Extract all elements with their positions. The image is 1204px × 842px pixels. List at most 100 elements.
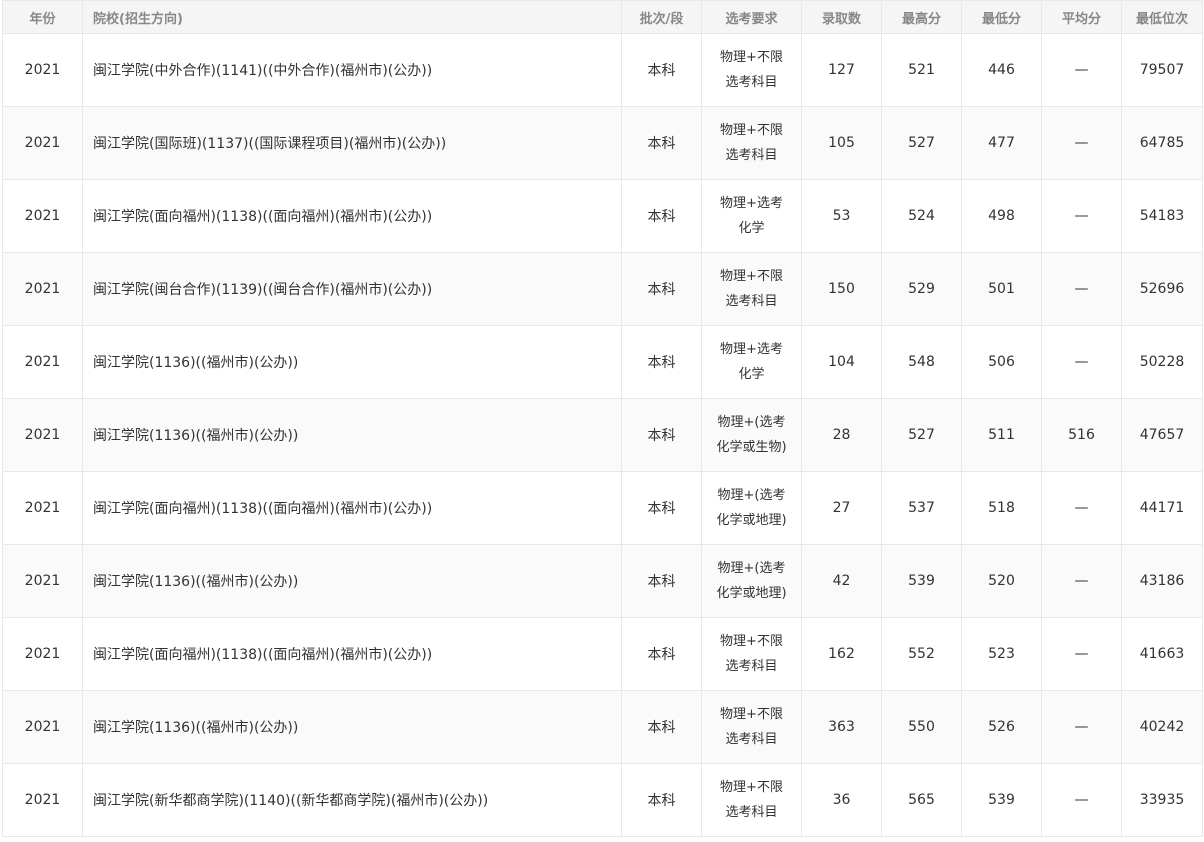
- admission-table: 年份 院校(招生方向) 批次/段 选考要求 录取数 最高分 最低分 平均分 最低…: [2, 0, 1203, 837]
- cell-avg-score: —: [1041, 325, 1122, 399]
- header-batch[interactable]: 批次/段: [621, 0, 702, 34]
- cell-school: 闽江学院(1136)((福州市)(公办)): [82, 690, 622, 764]
- header-admitted[interactable]: 录取数: [801, 0, 882, 34]
- cell-max-score: 521: [881, 33, 962, 107]
- cell-admitted: 53: [801, 179, 882, 253]
- requirement-line-1: 物理+不限: [720, 50, 783, 65]
- cell-school: 闽江学院(面向福州)(1138)((面向福州)(福州市)(公办)): [82, 179, 622, 253]
- requirement-line-2: 化学或地理): [716, 586, 787, 601]
- cell-school: 闽江学院(中外合作)(1141)((中外合作)(福州市)(公办)): [82, 33, 622, 107]
- cell-requirement: 物理+(选考 化学或地理): [701, 471, 802, 545]
- cell-requirement: 物理+选考 化学: [701, 179, 802, 253]
- cell-year: 2021: [2, 33, 83, 107]
- table-row: 2021 闽江学院(面向福州)(1138)((面向福州)(福州市)(公办)) 本…: [2, 617, 1203, 691]
- cell-school: 闽江学院(新华都商学院)(1140)((新华都商学院)(福州市)(公办)): [82, 763, 622, 837]
- cell-requirement: 物理+不限 选考科目: [701, 252, 802, 326]
- cell-min-score: 523: [961, 617, 1042, 691]
- cell-year: 2021: [2, 617, 83, 691]
- cell-school: 闽江学院(闽台合作)(1139)((闽台合作)(福州市)(公办)): [82, 252, 622, 326]
- cell-max-score: 548: [881, 325, 962, 399]
- cell-max-score: 527: [881, 106, 962, 180]
- table-row: 2021 闽江学院(1136)((福州市)(公办)) 本科 物理+不限 选考科目 …: [2, 690, 1203, 764]
- table-row: 2021 闽江学院(中外合作)(1141)((中外合作)(福州市)(公办)) 本…: [2, 33, 1203, 107]
- cell-batch: 本科: [621, 690, 702, 764]
- cell-min-rank: 33935: [1121, 763, 1203, 837]
- cell-avg-score: —: [1041, 763, 1122, 837]
- cell-batch: 本科: [621, 617, 702, 691]
- cell-school: 闽江学院(国际班)(1137)((国际课程项目)(福州市)(公办)): [82, 106, 622, 180]
- header-year[interactable]: 年份: [2, 0, 83, 34]
- table-row: 2021 闽江学院(面向福州)(1138)((面向福州)(福州市)(公办)) 本…: [2, 471, 1203, 545]
- table-body: 2021 闽江学院(中外合作)(1141)((中外合作)(福州市)(公办)) 本…: [2, 33, 1203, 837]
- cell-year: 2021: [2, 471, 83, 545]
- cell-admitted: 105: [801, 106, 882, 180]
- table-header-row: 年份 院校(招生方向) 批次/段 选考要求 录取数 最高分 最低分 平均分 最低…: [2, 0, 1203, 34]
- cell-school: 闽江学院(1136)((福州市)(公办)): [82, 544, 622, 618]
- cell-year: 2021: [2, 763, 83, 837]
- cell-batch: 本科: [621, 325, 702, 399]
- table-row: 2021 闽江学院(1136)((福州市)(公办)) 本科 物理+选考 化学 10…: [2, 325, 1203, 399]
- header-school[interactable]: 院校(招生方向): [82, 0, 622, 34]
- cell-max-score: 552: [881, 617, 962, 691]
- cell-batch: 本科: [621, 471, 702, 545]
- header-min-rank[interactable]: 最低位次: [1121, 0, 1203, 34]
- cell-avg-score: 516: [1041, 398, 1122, 472]
- cell-school: 闽江学院(1136)((福州市)(公办)): [82, 325, 622, 399]
- requirement-line-1: 物理+不限: [720, 634, 783, 649]
- cell-max-score: 524: [881, 179, 962, 253]
- table-row: 2021 闽江学院(1136)((福州市)(公办)) 本科 物理+(选考 化学或地…: [2, 544, 1203, 618]
- cell-min-score: 506: [961, 325, 1042, 399]
- cell-min-rank: 54183: [1121, 179, 1203, 253]
- cell-min-score: 539: [961, 763, 1042, 837]
- requirement-line-2: 化学或地理): [716, 513, 787, 528]
- cell-year: 2021: [2, 398, 83, 472]
- cell-batch: 本科: [621, 763, 702, 837]
- cell-year: 2021: [2, 252, 83, 326]
- header-min-score[interactable]: 最低分: [961, 0, 1042, 34]
- cell-batch: 本科: [621, 398, 702, 472]
- requirement-line-1: 物理+选考: [720, 342, 783, 357]
- cell-admitted: 150: [801, 252, 882, 326]
- header-avg-score[interactable]: 平均分: [1041, 0, 1122, 34]
- cell-requirement: 物理+不限 选考科目: [701, 617, 802, 691]
- cell-batch: 本科: [621, 252, 702, 326]
- table-row: 2021 闽江学院(闽台合作)(1139)((闽台合作)(福州市)(公办)) 本…: [2, 252, 1203, 326]
- requirement-line-1: 物理+不限: [720, 780, 783, 795]
- requirement-line-1: 物理+(选考: [717, 561, 786, 576]
- header-requirement[interactable]: 选考要求: [701, 0, 802, 34]
- cell-min-rank: 41663: [1121, 617, 1203, 691]
- cell-min-score: 498: [961, 179, 1042, 253]
- cell-min-score: 526: [961, 690, 1042, 764]
- cell-max-score: 565: [881, 763, 962, 837]
- cell-max-score: 527: [881, 398, 962, 472]
- cell-avg-score: —: [1041, 617, 1122, 691]
- cell-school: 闽江学院(1136)((福州市)(公办)): [82, 398, 622, 472]
- cell-admitted: 162: [801, 617, 882, 691]
- requirement-line-2: 化学或生物): [716, 440, 787, 455]
- cell-batch: 本科: [621, 33, 702, 107]
- table-row: 2021 闽江学院(国际班)(1137)((国际课程项目)(福州市)(公办)) …: [2, 106, 1203, 180]
- cell-requirement: 物理+(选考 化学或地理): [701, 544, 802, 618]
- cell-min-score: 520: [961, 544, 1042, 618]
- cell-min-score: 477: [961, 106, 1042, 180]
- cell-school: 闽江学院(面向福州)(1138)((面向福州)(福州市)(公办)): [82, 471, 622, 545]
- cell-admitted: 36: [801, 763, 882, 837]
- cell-requirement: 物理+不限 选考科目: [701, 33, 802, 107]
- cell-requirement: 物理+不限 选考科目: [701, 763, 802, 837]
- requirement-line-2: 选考科目: [725, 294, 778, 309]
- cell-requirement: 物理+不限 选考科目: [701, 690, 802, 764]
- header-max-score[interactable]: 最高分: [881, 0, 962, 34]
- cell-batch: 本科: [621, 544, 702, 618]
- cell-requirement: 物理+(选考 化学或生物): [701, 398, 802, 472]
- cell-avg-score: —: [1041, 33, 1122, 107]
- cell-year: 2021: [2, 690, 83, 764]
- cell-year: 2021: [2, 325, 83, 399]
- requirement-line-1: 物理+(选考: [717, 415, 786, 430]
- cell-max-score: 529: [881, 252, 962, 326]
- cell-avg-score: —: [1041, 690, 1122, 764]
- cell-avg-score: —: [1041, 252, 1122, 326]
- cell-admitted: 363: [801, 690, 882, 764]
- cell-batch: 本科: [621, 179, 702, 253]
- cell-batch: 本科: [621, 106, 702, 180]
- cell-admitted: 42: [801, 544, 882, 618]
